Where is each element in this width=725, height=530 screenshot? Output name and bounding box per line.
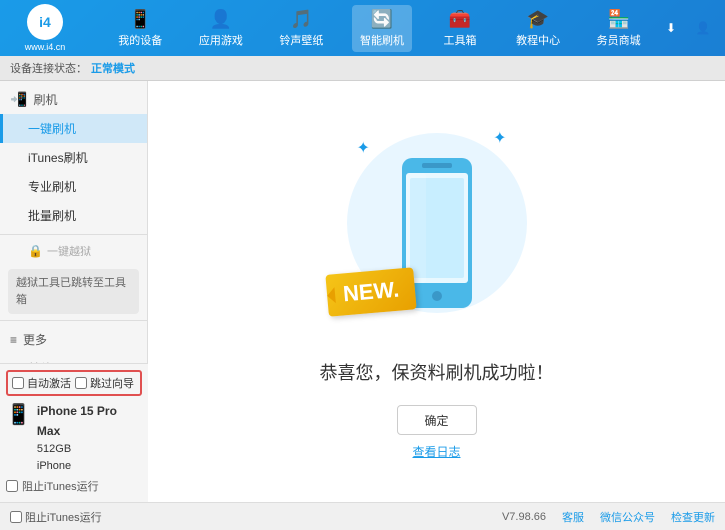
nav-item-apps-games[interactable]: 👤 应用游戏 bbox=[191, 5, 251, 52]
nav-label-shop: 务员商城 bbox=[597, 32, 641, 48]
auto-activate-input[interactable] bbox=[12, 377, 24, 389]
logo-subtext: www.i4.cn bbox=[25, 42, 66, 52]
sidebar-item-one-key-flash[interactable]: 一键刷机 bbox=[0, 114, 147, 143]
log-link[interactable]: 查看日志 bbox=[412, 443, 460, 460]
nav-bar: 📱 我的设备 👤 应用游戏 🎵 铃声壁纸 🔄 智能刷机 🧰 工具箱 🎓 教程中心… bbox=[100, 5, 659, 52]
flash-section-icon: 📲 bbox=[10, 91, 27, 108]
status-label: 设备连接状态： bbox=[10, 60, 87, 76]
apps-games-icon: 👤 bbox=[210, 9, 232, 30]
bottom-left: 阻止iTunes运行 bbox=[10, 509, 502, 525]
sidebar-item-other-tools[interactable]: 其他工具 bbox=[0, 354, 147, 363]
header-right: ⬇ 👤 bbox=[659, 16, 715, 40]
nav-item-ringtones[interactable]: 🎵 铃声壁纸 bbox=[271, 5, 331, 52]
guide-label: 跳过向导 bbox=[90, 375, 134, 391]
status-bar: 设备连接状态： 正常模式 bbox=[0, 56, 725, 81]
logo: i4 www.i4.cn bbox=[10, 4, 80, 52]
my-device-icon: 📱 bbox=[129, 9, 151, 30]
sidebar-item-itunes-flash[interactable]: iTunes刷机 bbox=[0, 143, 147, 172]
sidebar-item-batch-flash[interactable]: 批量刷机 bbox=[0, 201, 147, 230]
auto-options: 自动激活 跳过向导 bbox=[6, 370, 142, 396]
nav-label-smart-flash: 智能刷机 bbox=[360, 32, 404, 48]
device-info: 📱 iPhone 15 Pro Max 512GB iPhone bbox=[6, 402, 142, 476]
bottom-bar: 阻止iTunes运行 V7.98.66 客服 微信公众号 检查更新 bbox=[0, 502, 725, 530]
nav-label-tutorials: 教程中心 bbox=[516, 32, 560, 48]
logo-icon: i4 bbox=[27, 4, 63, 40]
nav-item-my-device[interactable]: 📱 我的设备 bbox=[110, 5, 170, 52]
itunes-bottom-checkbox[interactable]: 阻止iTunes运行 bbox=[10, 509, 102, 525]
footer-link-wechat[interactable]: 微信公众号 bbox=[600, 509, 655, 525]
header: i4 www.i4.cn 📱 我的设备 👤 应用游戏 🎵 铃声壁纸 🔄 智能刷机… bbox=[0, 0, 725, 56]
toolbox-icon: 🧰 bbox=[449, 9, 471, 30]
user-btn[interactable]: 👤 bbox=[691, 16, 715, 40]
itunes-bar: 阻止iTunes运行 bbox=[6, 476, 142, 496]
confirm-button[interactable]: 确定 bbox=[397, 405, 477, 435]
more-section-icon: ≡ bbox=[10, 333, 17, 347]
sidebar-disabled-jailbreak: 🔒 一键越狱 bbox=[0, 239, 147, 263]
itunes-label: 阻止iTunes运行 bbox=[22, 478, 99, 494]
auto-activate-checkbox[interactable]: 自动激活 bbox=[12, 375, 71, 391]
sidebar-bottom: 自动激活 跳过向导 📱 iPhone 15 Pro Max 512GB iPho… bbox=[0, 363, 148, 502]
footer-link-support[interactable]: 客服 bbox=[562, 509, 584, 525]
nav-item-tutorials[interactable]: 🎓 教程中心 bbox=[508, 5, 568, 52]
sidebar-item-pro-flash[interactable]: 专业刷机 bbox=[0, 172, 147, 201]
sidebar: 📲 刷机 一键刷机 iTunes刷机 专业刷机 批量刷机 🔒 一键越狱 越狱工具… bbox=[0, 81, 148, 363]
content-area: ✦ ✦ NEW. 恭喜您，保资料刷机成功啦！ bbox=[148, 81, 725, 502]
download-btn[interactable]: ⬇ bbox=[659, 16, 683, 40]
success-text: 恭喜您，保资料刷机成功啦！ bbox=[320, 359, 554, 385]
sparkle-left-icon: ✦ bbox=[357, 138, 370, 158]
phone-illustration: ✦ ✦ NEW. bbox=[337, 123, 537, 343]
auto-activate-label: 自动激活 bbox=[27, 375, 71, 391]
smart-flash-icon: 🔄 bbox=[371, 9, 393, 30]
sidebar-flash-header: 📲 刷机 bbox=[0, 85, 147, 114]
nav-label-toolbox: 工具箱 bbox=[444, 32, 477, 48]
itunes-bottom-input[interactable] bbox=[10, 511, 22, 523]
device-details: iPhone 15 Pro Max 512GB iPhone bbox=[37, 402, 142, 476]
device-type: iPhone bbox=[37, 458, 142, 476]
itunes-checkbox[interactable] bbox=[6, 480, 18, 492]
itunes-bottom-label: 阻止iTunes运行 bbox=[25, 509, 102, 525]
shop-icon: 🏪 bbox=[607, 9, 629, 30]
footer-link-update[interactable]: 检查更新 bbox=[671, 509, 715, 525]
nav-item-toolbox[interactable]: 🧰 工具箱 bbox=[433, 5, 488, 52]
bottom-right: V7.98.66 客服 微信公众号 检查更新 bbox=[502, 509, 715, 525]
device-name: iPhone 15 Pro Max bbox=[37, 402, 142, 440]
nav-label-apps-games: 应用游戏 bbox=[199, 32, 243, 48]
lock-icon: 🔒 bbox=[28, 244, 43, 258]
sidebar-notice: 越狱工具已跳转至工具箱 bbox=[8, 269, 139, 314]
nav-label-my-device: 我的设备 bbox=[118, 32, 162, 48]
nav-label-ringtones: 铃声壁纸 bbox=[279, 32, 323, 48]
ringtones-icon: 🎵 bbox=[290, 9, 312, 30]
sidebar-divider-2 bbox=[0, 320, 147, 321]
device-phone-icon: 📱 bbox=[6, 402, 31, 427]
status-mode: 正常模式 bbox=[91, 60, 135, 76]
guide-checkbox[interactable]: 跳过向导 bbox=[75, 375, 134, 391]
sidebar-wrapper: 📲 刷机 一键刷机 iTunes刷机 专业刷机 批量刷机 🔒 一键越狱 越狱工具… bbox=[0, 81, 148, 502]
flash-section-label: 刷机 bbox=[33, 91, 57, 108]
tutorials-icon: 🎓 bbox=[527, 9, 549, 30]
main-layout: 📲 刷机 一键刷机 iTunes刷机 专业刷机 批量刷机 🔒 一键越狱 越狱工具… bbox=[0, 81, 725, 502]
version-label: V7.98.66 bbox=[502, 511, 546, 523]
sidebar-divider-1 bbox=[0, 234, 147, 235]
guide-input[interactable] bbox=[75, 377, 87, 389]
sparkle-right-icon: ✦ bbox=[493, 128, 506, 148]
nav-item-shop[interactable]: 🏪 务员商城 bbox=[589, 5, 649, 52]
sidebar-more-header: ≡ 更多 bbox=[0, 325, 147, 354]
nav-item-smart-flash[interactable]: 🔄 智能刷机 bbox=[352, 5, 412, 52]
more-section-label: 更多 bbox=[23, 331, 47, 348]
device-storage: 512GB bbox=[37, 441, 142, 459]
new-badge: NEW. bbox=[325, 267, 417, 317]
